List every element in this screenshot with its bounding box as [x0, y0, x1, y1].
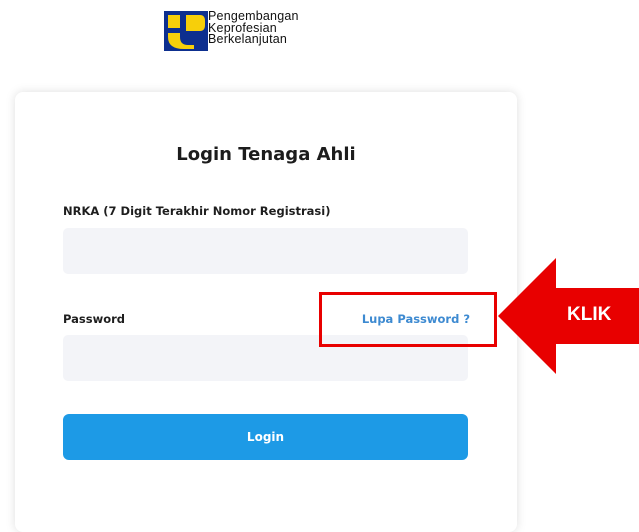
password-label: Password	[63, 312, 125, 326]
logo-text: Pengembangan Keprofesian Berkelanjutan	[208, 10, 299, 46]
pu-logo-icon	[164, 11, 208, 51]
page-title: Login Tenaga Ahli	[176, 144, 356, 165]
login-button[interactable]: Login	[63, 414, 468, 460]
nrka-label: NRKA (7 Digit Terakhir Nomor Registrasi)	[63, 204, 331, 218]
highlight-box	[319, 292, 497, 347]
logo-line-3: Berkelanjutan	[208, 32, 288, 46]
brand-logo: Pengembangan Keprofesian Berkelanjutan	[164, 10, 374, 57]
nrka-input[interactable]	[63, 228, 468, 274]
klik-annotation: KLIK	[567, 304, 612, 325]
